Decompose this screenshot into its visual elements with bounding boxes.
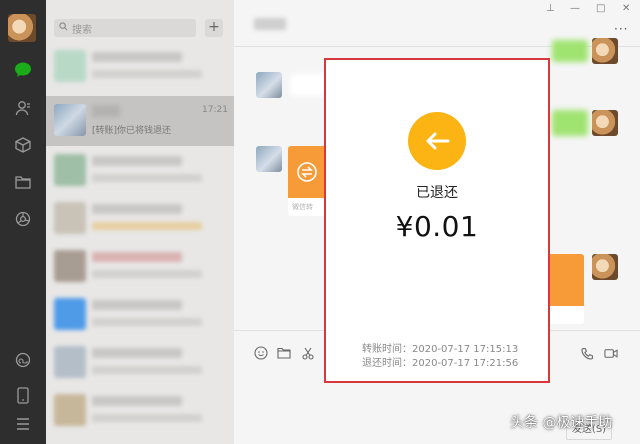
list-item-selected[interactable]: 17:21 [转账]你已将钱退还 [46,96,234,146]
contact-avatar [54,104,86,136]
menu-icon[interactable] [11,412,35,436]
moments-icon[interactable] [11,207,35,231]
list-item[interactable] [46,386,234,436]
minimize-button[interactable]: — [570,3,580,14]
chat-icon[interactable] [11,58,35,82]
conversation-list: 搜索 + 17:21 [转账]你已将钱退还 [46,0,234,444]
message-bubble-blurred [552,40,588,62]
user-avatar [592,38,618,64]
refund-status: 已退还 [416,185,458,201]
list-item[interactable] [46,290,234,340]
user-avatar [592,254,618,280]
more-options-icon[interactable]: ··· [614,22,628,36]
transfer-card-caption: 微信转 [292,203,313,211]
list-item[interactable] [46,242,234,292]
emoji-icon[interactable] [254,346,268,360]
message-bubble-blurred [290,74,326,96]
list-item[interactable] [46,42,234,92]
voice-call-icon[interactable] [580,346,594,360]
close-button[interactable]: ✕ [622,3,630,14]
sidebar-rail [0,0,46,444]
transfer-message-card[interactable]: 微信转 [288,146,326,216]
contacts-icon[interactable] [11,96,35,120]
phone-icon[interactable] [11,383,35,407]
maximize-button[interactable]: □ [596,3,605,14]
files-icon[interactable] [11,170,35,194]
search-placeholder: 搜索 [72,24,92,36]
refund-time-label: 退还时间： [362,358,412,369]
search-input[interactable]: 搜索 [54,19,196,37]
refund-time: 2020-07-17 17:21:56 [412,358,519,369]
chat-title-blurred [254,18,286,30]
contact-avatar [256,146,282,172]
refund-detail-popup: 已退还 ¥0.01 转账时间：2020-07-17 17:15:13 退还时间：… [324,58,550,383]
list-item[interactable] [46,146,234,196]
back-arrow-icon [408,112,466,170]
user-avatar[interactable] [8,14,36,42]
message-bubble-blurred [552,110,588,136]
contact-avatar [256,72,282,98]
add-chat-button[interactable]: + [205,19,223,37]
transfer-message-card[interactable] [548,254,584,324]
video-call-icon[interactable] [604,346,618,360]
refund-time-row: 退还时间：2020-07-17 17:21:56 [362,354,518,369]
pin-icon[interactable]: ⊥ [546,3,555,14]
folder-icon[interactable] [277,346,291,360]
scissors-icon[interactable] [301,346,315,360]
favorites-icon[interactable] [11,133,35,157]
chat-time: 17:21 [202,105,228,115]
list-item[interactable] [46,194,234,244]
transfer-icon [297,162,317,182]
watermark: 头条 @极速手助 [510,415,613,431]
user-avatar [592,110,618,136]
contact-name-blurred [92,105,120,117]
transfer-time-row: 转账时间：2020-07-17 17:15:13 [362,340,518,355]
chat-preview: [转账]你已将钱退还 [92,126,172,136]
list-item[interactable] [46,338,234,388]
search-icon [59,22,68,34]
mini-programs-icon[interactable] [11,348,35,372]
transfer-amount: ¥0.01 [395,210,479,243]
